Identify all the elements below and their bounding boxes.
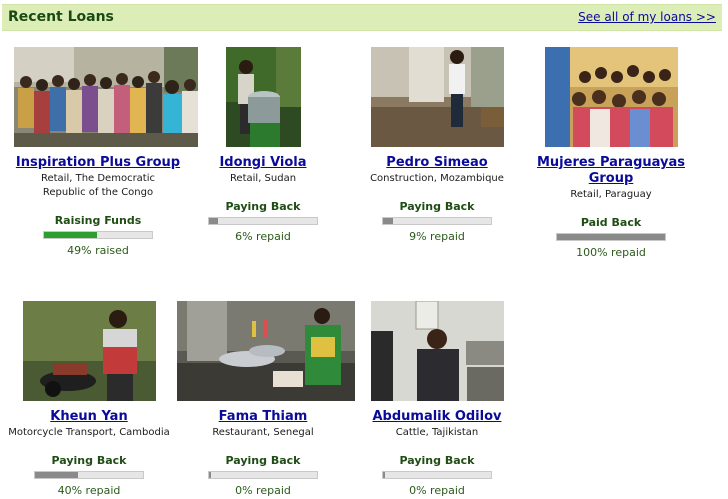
loan-status: Paying Back xyxy=(225,454,301,467)
loan-sector-country: Cattle, Tajikistan xyxy=(395,427,479,438)
progress-bar xyxy=(208,471,318,479)
progress-bar xyxy=(382,471,492,479)
loan-status: Raising Funds xyxy=(54,214,142,227)
loan-card: Mujeres Paraguayas Group Retail, Paragua… xyxy=(525,47,697,259)
progress-fill xyxy=(209,472,211,478)
borrower-photo[interactable] xyxy=(22,301,156,401)
progress-text: 0% repaid xyxy=(409,484,465,497)
borrower-name-link[interactable]: Fama Thiam xyxy=(177,409,349,425)
loan-card: Idongi Viola Retail, Sudan Paying Back 6… xyxy=(177,47,349,243)
progress-bar xyxy=(43,231,153,239)
borrower-photo[interactable] xyxy=(14,47,198,147)
progress-text: 100% repaid xyxy=(576,246,646,259)
progress-bar xyxy=(34,471,144,479)
progress-text: 40% repaid xyxy=(57,484,121,497)
loan-card: Kheun Yan Motorcycle Transport, Cambodia… xyxy=(3,301,175,497)
progress-bar xyxy=(556,233,666,241)
borrower-name-link[interactable]: Pedro Simeao xyxy=(351,155,523,171)
progress-fill xyxy=(557,234,665,240)
progress-bar xyxy=(382,217,492,225)
progress-bar xyxy=(208,217,318,225)
loan-sector-country: Motorcycle Transport, Cambodia xyxy=(8,427,170,438)
progress-fill xyxy=(209,218,218,224)
borrower-name-link[interactable]: Idongi Viola xyxy=(177,155,349,171)
progress-fill xyxy=(383,218,393,224)
loan-status: Paying Back xyxy=(399,200,475,213)
progress-text: 49% raised xyxy=(67,244,129,257)
progress-text: 6% repaid xyxy=(235,230,291,243)
loan-card: Inspiration Plus Group Retail, The Democ… xyxy=(12,47,198,257)
borrower-name-link[interactable]: Mujeres Paraguayas Group xyxy=(525,155,697,187)
progress-text: 9% repaid xyxy=(409,230,465,243)
loan-card: Abdumalik Odilov Cattle, Tajikistan Payi… xyxy=(351,301,523,497)
loan-status: Paying Back xyxy=(399,454,475,467)
loan-sector-country: Restaurant, Senegal xyxy=(212,427,314,438)
recent-loans-header: Recent Loans See all of my loans >> xyxy=(2,4,722,31)
progress-fill xyxy=(44,232,97,238)
section-title: Recent Loans xyxy=(8,9,114,25)
progress-fill xyxy=(35,472,79,478)
borrower-name-link[interactable]: Kheun Yan xyxy=(3,409,175,425)
see-all-loans-link[interactable]: See all of my loans >> xyxy=(578,10,716,24)
loan-card: Fama Thiam Restaurant, Senegal Paying Ba… xyxy=(177,301,355,497)
borrower-photo[interactable] xyxy=(370,301,504,401)
progress-fill xyxy=(383,472,385,478)
loan-status: Paid Back xyxy=(580,216,642,229)
borrower-photo[interactable] xyxy=(370,47,504,147)
loan-sector-country: Construction, Mozambique xyxy=(370,173,504,184)
borrower-photo[interactable] xyxy=(544,47,678,147)
borrower-name-link[interactable]: Abdumalik Odilov xyxy=(351,409,523,425)
loan-status: Paying Back xyxy=(225,200,301,213)
progress-text: 0% repaid xyxy=(235,484,291,497)
loan-sector-country: Retail, The Democratic Republic of the C… xyxy=(40,173,156,198)
borrower-photo[interactable] xyxy=(177,301,355,401)
loan-card: Pedro Simeao Construction, Mozambique Pa… xyxy=(351,47,523,243)
loan-sector-country: Retail, Sudan xyxy=(229,173,297,184)
loan-sector-country: Retail, Paraguay xyxy=(570,189,652,200)
borrower-photo[interactable] xyxy=(225,47,301,147)
loan-status: Paying Back xyxy=(51,454,127,467)
borrower-name-link[interactable]: Inspiration Plus Group xyxy=(12,155,184,171)
